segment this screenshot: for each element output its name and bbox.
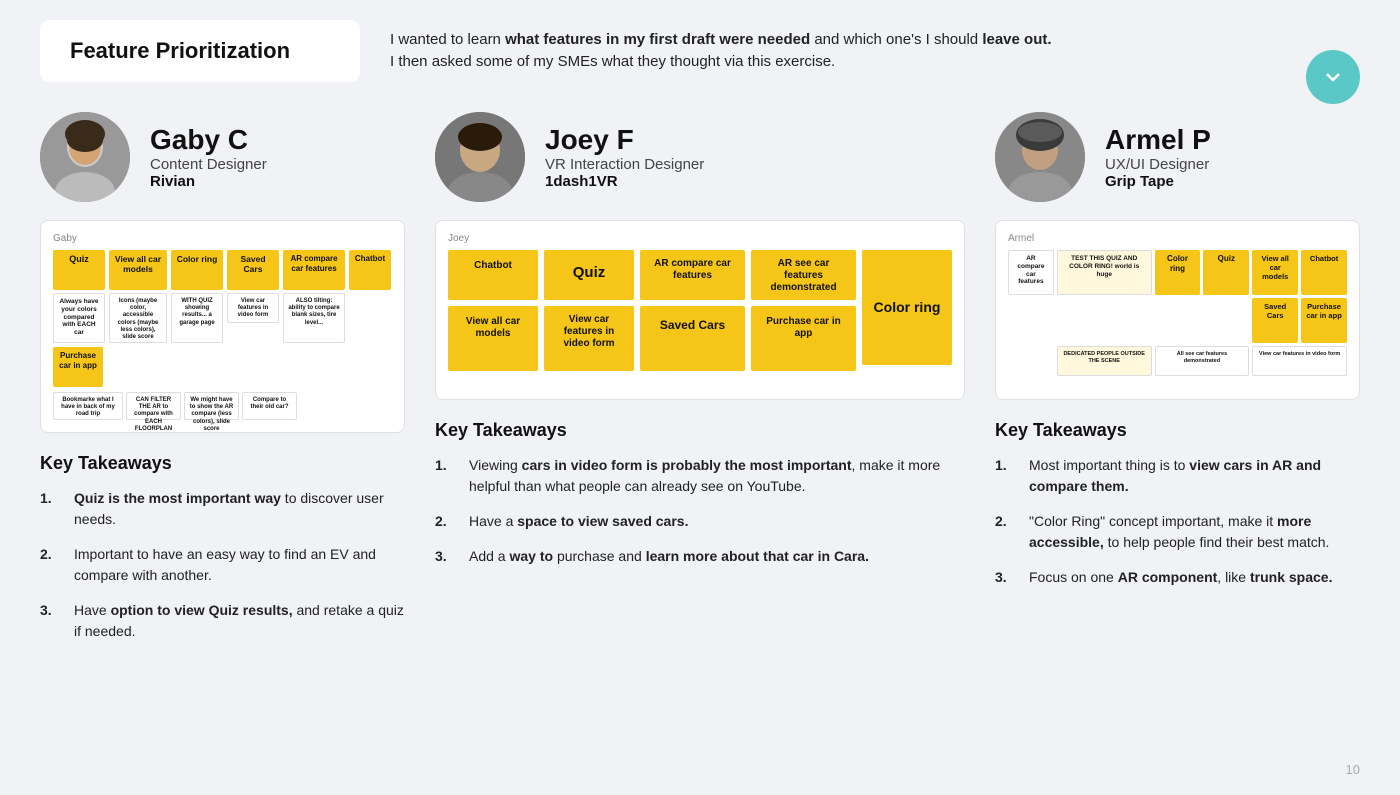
armel-n8: Purchase car in app [1301, 298, 1347, 343]
armel-n4: Quiz [1203, 250, 1249, 295]
armel-n1: AR compare car features [1008, 250, 1054, 295]
gaby-note-purchase: Purchase car in app [53, 347, 103, 387]
armel-n3: Color ring [1155, 250, 1201, 295]
gaby-note-color-ring: Color ring [171, 250, 223, 290]
person-info-gaby: Gaby C Content Designer Rivian [150, 124, 267, 190]
gaby-board-label: Gaby [53, 233, 392, 244]
joey-takeaway-1: Viewing cars in video form is probably t… [435, 455, 965, 497]
armel-n7: Saved Cars [1252, 298, 1298, 343]
gaby-takeaway-2-text: Important to have an easy way to find an… [74, 544, 405, 586]
gaby-takeaways-title: Key Takeaways [40, 453, 405, 474]
armel-company: Grip Tape [1105, 173, 1211, 190]
joey-chatbot: Chatbot [448, 250, 538, 300]
joey-video-form: View car features in video form [544, 306, 634, 371]
scroll-down-button[interactable] [1306, 50, 1360, 104]
armel-takeaway-2-text: "Color Ring" concept important, make it … [1029, 511, 1360, 553]
page-title: Feature Prioritization [70, 38, 330, 64]
person-info-armel: Armel P UX/UI Designer Grip Tape [1105, 124, 1211, 190]
armel-takeaway-2: "Color Ring" concept important, make it … [995, 511, 1360, 553]
column-armel: Armel P UX/UI Designer Grip Tape Armel A… [995, 112, 1360, 656]
armel-n9: DEDICATED PEOPLE OUTSIDE THE SCENE [1057, 346, 1152, 376]
column-joey: Joey F VR Interaction Designer 1dash1VR … [435, 112, 965, 656]
armel-board: Armel AR compare car features TEST THIS … [995, 220, 1360, 400]
avatar-joey [435, 112, 525, 202]
gaby-note-b4: Compare to their old car? [242, 392, 297, 420]
armel-n5: View all car models [1252, 250, 1298, 295]
header-description: I wanted to learn what features in my fi… [390, 29, 1052, 74]
armel-n6: Chatbot [1301, 250, 1347, 295]
armel-takeaway-3-text: Focus on one AR component, like trunk sp… [1029, 567, 1332, 588]
gaby-note-b1: Bookmarke what I have in back of my road… [53, 392, 123, 420]
gaby-note-notes1: Always have your colors compared with EA… [53, 293, 105, 343]
gaby-note-b2: CAN FILTER THE AR to compare with EACH F… [126, 392, 181, 420]
joey-ar-see: AR see car features demonstrated [751, 250, 856, 300]
gaby-note-notes2: Icons (maybe color, accessible colors (m… [109, 293, 167, 343]
armel-takeaways-list: Most important thing is to view cars in … [995, 455, 1360, 588]
gaby-takeaway-1-text: Quiz is the most important way to discov… [74, 488, 405, 530]
gaby-takeaway-3-text: Have option to view Quiz results, and re… [74, 600, 405, 642]
gaby-note-ar-compare: AR compare car features [283, 250, 345, 290]
joey-company: 1dash1VR [545, 173, 704, 190]
armel-takeaways-title: Key Takeaways [995, 420, 1360, 441]
gaby-note-notes3: WITH QUIZ showing results... a garage pa… [171, 293, 223, 343]
armel-n11: View car features in video form [1252, 346, 1347, 376]
feature-prioritization-title-box: Feature Prioritization [40, 20, 360, 82]
joey-quiz: Quiz [544, 250, 634, 300]
joey-takeaway-1-text: Viewing cars in video form is probably t… [469, 455, 965, 497]
gaby-board: Gaby Quiz Always have your colors compar… [40, 220, 405, 433]
joey-board-label: Joey [448, 233, 952, 244]
gaby-note-view-cars: View all car models [109, 250, 167, 290]
joey-role: VR Interaction Designer [545, 156, 704, 173]
joey-purchase: Purchase car in app [751, 306, 856, 371]
person-info-joey: Joey F VR Interaction Designer 1dash1VR [545, 124, 704, 190]
joey-saved-cars: Saved Cars [640, 306, 745, 371]
person-header-gaby: Gaby C Content Designer Rivian [40, 112, 405, 202]
armel-takeaway-1: Most important thing is to view cars in … [995, 455, 1360, 497]
column-gaby: Gaby C Content Designer Rivian Gaby Quiz… [40, 112, 405, 656]
avatar-gaby [40, 112, 130, 202]
armel-n10: All see car features demonstrated [1155, 346, 1250, 376]
armel-n2: TEST THIS QUIZ AND COLOR RING! world is … [1057, 250, 1152, 295]
armel-board-label: Armel [1008, 233, 1347, 244]
joey-takeaways-list: Viewing cars in video form is probably t… [435, 455, 965, 567]
gaby-takeaways-list: Quiz is the most important way to discov… [40, 488, 405, 642]
armel-role: UX/UI Designer [1105, 156, 1211, 173]
joey-ar-compare: AR compare car features [640, 250, 745, 300]
joey-view-all: View all car models [448, 306, 538, 371]
person-header-joey: Joey F VR Interaction Designer 1dash1VR [435, 112, 965, 202]
gaby-takeaway-3: Have option to view Quiz results, and re… [40, 600, 405, 642]
avatar-armel [995, 112, 1085, 202]
joey-color-ring: Color ring [862, 250, 952, 365]
gaby-note-notes5: ALSO tilting: ability to compare blank s… [283, 293, 345, 343]
gaby-note-quiz: Quiz [53, 250, 105, 290]
joey-board: Joey Chatbot View all car models Quiz Vi… [435, 220, 965, 400]
joey-takeaway-2-text: Have a space to view saved cars. [469, 511, 688, 532]
gaby-company: Rivian [150, 173, 267, 190]
gaby-note-chatbot: Chatbot [349, 250, 391, 290]
gaby-name: Gaby C [150, 124, 267, 156]
page-number: 10 [1346, 762, 1360, 777]
joey-takeaways-title: Key Takeaways [435, 420, 965, 441]
gaby-role: Content Designer [150, 156, 267, 173]
joey-takeaway-3-text: Add a way to purchase and learn more abo… [469, 546, 869, 567]
gaby-takeaway-1: Quiz is the most important way to discov… [40, 488, 405, 530]
joey-takeaway-2: Have a space to view saved cars. [435, 511, 965, 532]
joey-takeaway-3: Add a way to purchase and learn more abo… [435, 546, 965, 567]
gaby-note-saved-cars: Saved Cars [227, 250, 279, 290]
person-header-armel: Armel P UX/UI Designer Grip Tape [995, 112, 1360, 202]
gaby-note-b3: We might have to show the AR compare (le… [184, 392, 239, 420]
gaby-note-notes4: View car features in video form [227, 293, 279, 323]
armel-takeaway-3: Focus on one AR component, like trunk sp… [995, 567, 1360, 588]
joey-name: Joey F [545, 124, 704, 156]
armel-name: Armel P [1105, 124, 1211, 156]
gaby-takeaway-2: Important to have an easy way to find an… [40, 544, 405, 586]
armel-takeaway-1-text: Most important thing is to view cars in … [1029, 455, 1360, 497]
